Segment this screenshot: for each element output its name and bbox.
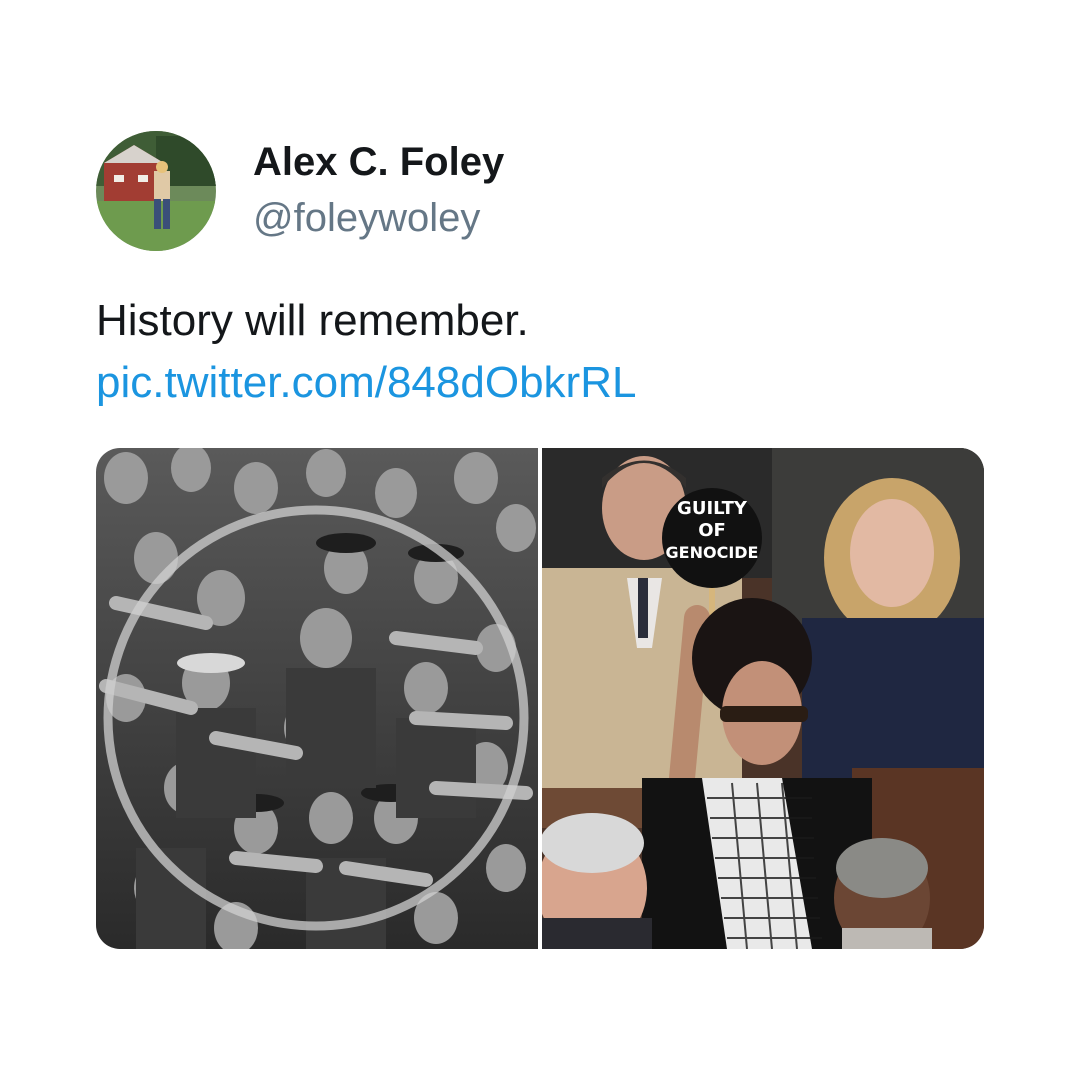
sign-line-1: GUILTY xyxy=(677,498,748,519)
avatar-image xyxy=(96,131,216,251)
chamber-photo-image: GUILTY OF GENOCIDE xyxy=(542,448,984,949)
avatar[interactable] xyxy=(96,131,216,251)
crowd-photo-image xyxy=(96,448,538,949)
sign-line-2: OF xyxy=(698,520,726,541)
tweet-media: GUILTY OF GENOCIDE xyxy=(96,448,984,949)
tweet-media-link[interactable]: pic.twitter.com/848dObkrRL xyxy=(96,355,636,411)
user-display-name[interactable]: Alex C. Foley xyxy=(253,140,504,185)
media-photo-left[interactable] xyxy=(96,448,538,949)
media-photo-right[interactable]: GUILTY OF GENOCIDE xyxy=(542,448,984,949)
user-handle[interactable]: @foleywoley xyxy=(253,196,480,241)
tweet-text: History will remember. xyxy=(96,296,529,345)
sign-line-3: GENOCIDE xyxy=(666,543,759,562)
